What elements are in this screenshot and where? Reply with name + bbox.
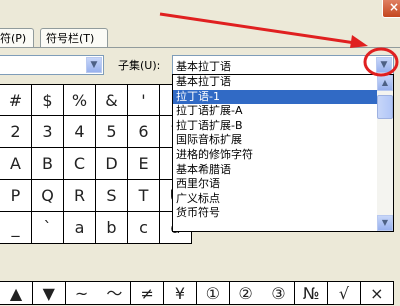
font-select[interactable]: ▼ [0, 55, 104, 75]
symbol-cell[interactable]: T [128, 180, 160, 212]
recent-symbol-cell[interactable]: ~ [65, 281, 99, 305]
symbol-cell[interactable]: & [96, 84, 128, 116]
subset-option[interactable]: 拉丁语扩展-A [173, 104, 393, 119]
scroll-thumb[interactable] [377, 95, 393, 119]
grid-separator [0, 244, 400, 258]
symbol-cell[interactable]: # [0, 84, 32, 116]
recent-symbol-cell[interactable]: ① [196, 281, 230, 305]
subset-option[interactable]: 国际音标扩展 [173, 133, 393, 148]
chevron-down-icon[interactable]: ▼ [376, 57, 392, 73]
subset-option[interactable]: 拉丁语-1 [173, 89, 393, 105]
subset-option[interactable]: 广义标点 [173, 192, 393, 207]
symbol-cell[interactable]: C [64, 148, 96, 180]
recent-symbol-cell[interactable]: ③ [262, 281, 296, 305]
subset-select-value: 基本拉丁语 [176, 60, 231, 73]
recent-symbol-cell[interactable]: ～ [98, 281, 132, 305]
symbol-cell[interactable]: b [96, 212, 128, 244]
symbol-cell[interactable]: D [96, 148, 128, 180]
subset-label: 子集(U): [118, 59, 161, 72]
recent-symbol-cell[interactable]: ¥ [164, 281, 197, 305]
close-icon: × [388, 0, 400, 14]
symbol-cell[interactable]: 2 [0, 116, 32, 148]
close-button[interactable]: × [382, 0, 400, 18]
subset-option[interactable]: 西里尔语 [173, 177, 393, 192]
tab-symbol-bar[interactable]: 符号栏(T) [40, 28, 108, 47]
annotation-arrow-icon [159, 12, 363, 46]
tab-label: 符(P) [0, 32, 27, 45]
symbol-cell[interactable]: E [128, 148, 160, 180]
symbol-cell[interactable]: B [32, 148, 64, 180]
symbol-cell[interactable]: 4 [64, 116, 96, 148]
symbol-cell[interactable]: $ [32, 84, 64, 116]
scroll-up-icon[interactable]: ▲ [377, 75, 393, 91]
recent-symbol-cell[interactable]: ≠ [131, 281, 165, 305]
subset-option[interactable]: 基本希腊语 [173, 163, 393, 178]
tab-panel-border [0, 47, 400, 48]
symbol-cell[interactable]: _ [0, 212, 32, 244]
subset-option[interactable]: 拉丁语扩展-B [173, 119, 393, 134]
recent-symbol-cell[interactable]: ② [229, 281, 263, 305]
symbol-cell[interactable]: a [64, 212, 96, 244]
symbol-cell[interactable]: S [96, 180, 128, 212]
symbol-cell[interactable]: Q [32, 180, 64, 212]
recent-symbol-cell[interactable]: № [295, 281, 329, 305]
subset-select[interactable]: 基本拉丁语 ▼ [172, 55, 394, 75]
chevron-down-icon[interactable]: ▼ [86, 57, 102, 73]
symbol-cell[interactable]: R [64, 180, 96, 212]
symbol-cell[interactable]: ` [32, 212, 64, 244]
recent-symbol-cell[interactable]: √ [328, 281, 361, 305]
symbol-cell[interactable]: 3 [32, 116, 64, 148]
subset-option[interactable]: 货币符号 [173, 206, 393, 221]
symbol-cell[interactable]: % [64, 84, 96, 116]
tab-special-chars[interactable]: 符(P) [0, 28, 34, 47]
tab-label: 符号栏(T) [46, 32, 95, 45]
subset-option[interactable]: 基本拉丁语 [173, 75, 393, 90]
symbol-cell[interactable]: P [0, 180, 32, 212]
scroll-down-icon[interactable]: ▼ [377, 215, 393, 231]
list-scrollbar[interactable]: ▲ ▼ [377, 75, 393, 231]
recent-symbol-cell[interactable]: ▲ [0, 281, 33, 305]
symbol-cell[interactable]: 6 [128, 116, 160, 148]
recent-symbol-cell[interactable]: × [360, 281, 394, 305]
subset-dropdown-list[interactable]: 基本拉丁语 拉丁语-1 拉丁语扩展-A 拉丁语扩展-B 国际音标扩展 进格的修饰字符 基本希… [172, 74, 394, 232]
recent-symbol-cell[interactable]: ▼ [32, 281, 66, 305]
symbol-cell[interactable]: c [128, 212, 160, 244]
subset-option[interactable]: 进格的修饰字符 [173, 148, 393, 163]
symbol-cell[interactable]: ' [128, 84, 160, 116]
symbol-cell[interactable]: 5 [96, 116, 128, 148]
symbol-cell[interactable]: A [0, 148, 32, 180]
